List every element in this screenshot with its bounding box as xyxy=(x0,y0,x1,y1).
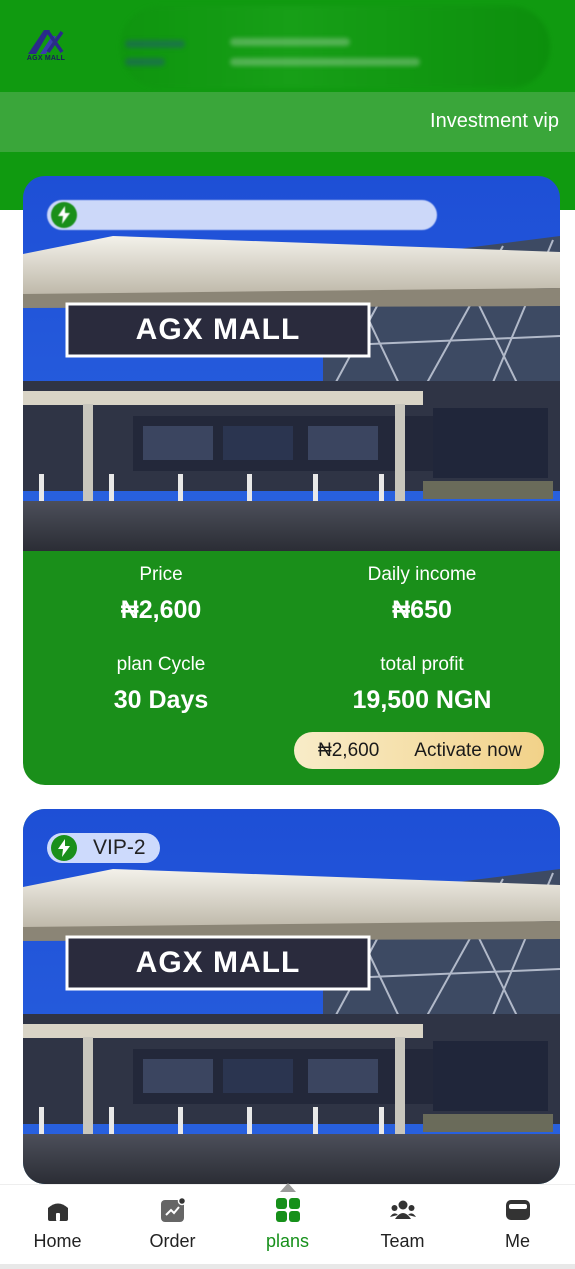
activate-button[interactable]: ₦2,600 Activate now xyxy=(294,732,544,769)
nav-label: Order xyxy=(149,1231,196,1251)
grid-icon xyxy=(275,1197,301,1223)
lightning-icon xyxy=(51,835,77,861)
plan-card: AGX MALL Price ₦2,600 Daily income ₦650 … xyxy=(23,176,560,785)
image-sign: AGX MALL xyxy=(135,946,301,979)
page-title: Investment vip xyxy=(430,110,559,132)
vip-badge xyxy=(47,200,437,230)
home-icon xyxy=(45,1197,71,1223)
obscured-text xyxy=(125,58,165,66)
vip-badge: VIP-2 xyxy=(47,833,160,863)
nav-plans[interactable]: plans xyxy=(230,1183,345,1252)
order-icon xyxy=(160,1196,186,1223)
profit-value: 19,500 NGN xyxy=(352,686,492,714)
obscured-text xyxy=(125,40,185,48)
nav-label: Home xyxy=(33,1231,82,1251)
logo-text: AGX MALL xyxy=(26,55,66,62)
logo-icon xyxy=(28,30,64,54)
obscured-text xyxy=(230,38,350,46)
nav-me[interactable]: Me xyxy=(460,1197,575,1252)
active-indicator xyxy=(279,1183,296,1192)
profit-label: total profit xyxy=(380,654,464,675)
page-title-bar: Investment vip xyxy=(0,92,575,152)
home-indicator-bar xyxy=(0,1264,575,1269)
nav-label: Me xyxy=(504,1231,530,1251)
nav-label: Team xyxy=(380,1231,425,1251)
bottom-navigation: Home Order plans Team Me xyxy=(0,1183,575,1269)
plan-image: AGX MALL xyxy=(23,176,560,551)
image-sign: AGX MALL xyxy=(135,313,301,346)
profit-stat: total profit 19,500 NGN xyxy=(288,654,556,715)
obscured-text xyxy=(230,58,420,66)
plan-image: AGX MALL xyxy=(23,809,560,1184)
app-logo: AGX MALL xyxy=(22,24,70,66)
activate-price: ₦2,600 xyxy=(318,739,380,761)
nav-team[interactable]: Team xyxy=(345,1197,460,1252)
obscured-user-info xyxy=(120,6,550,88)
team-icon xyxy=(389,1197,416,1223)
price-label: Price xyxy=(139,564,183,585)
price-stat: Price ₦2,600 xyxy=(27,564,295,625)
wallet-icon xyxy=(505,1197,531,1223)
daily-income-stat: Daily income ₦650 xyxy=(288,564,556,625)
app-root: AGX MALL Investment vip AGX MALL Price ₦… xyxy=(0,0,575,1269)
price-value: ₦2,600 xyxy=(120,596,202,624)
activate-label: Activate now xyxy=(414,739,522,761)
nav-order[interactable]: Order xyxy=(115,1196,230,1252)
daily-income-label: Daily income xyxy=(367,564,477,585)
lightning-icon xyxy=(51,202,77,228)
plan-card: AGX MALL VIP-2 xyxy=(23,809,560,1184)
cycle-value: 30 Days xyxy=(113,686,209,714)
cycle-stat: plan Cycle 30 Days xyxy=(27,654,295,715)
nav-label: plans xyxy=(265,1231,310,1251)
vip-label: VIP-2 xyxy=(93,836,146,859)
daily-income-value: ₦650 xyxy=(392,596,452,624)
cycle-label: plan Cycle xyxy=(116,654,206,675)
nav-home[interactable]: Home xyxy=(0,1197,115,1252)
plan-stats: Price ₦2,600 Daily income ₦650 plan Cycl… xyxy=(23,551,560,785)
